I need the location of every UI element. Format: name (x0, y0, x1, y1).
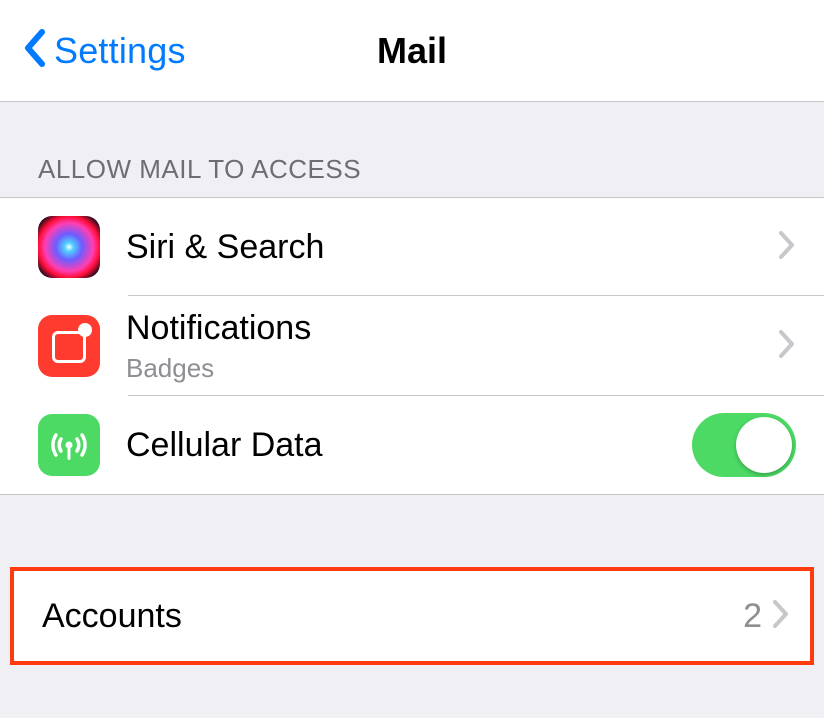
siri-icon (38, 216, 100, 278)
row-sublabel-notifications: Badges (126, 353, 778, 384)
row-label-cellular: Cellular Data (126, 425, 692, 466)
row-cellular-data: Cellular Data (0, 396, 824, 494)
row-label-accounts: Accounts (42, 596, 743, 637)
chevron-right-icon (772, 599, 790, 634)
cellular-data-toggle[interactable] (692, 413, 796, 477)
highlight-frame-accounts: Accounts 2 (10, 567, 814, 665)
back-button[interactable]: Settings (22, 28, 186, 73)
chevron-right-icon (778, 329, 796, 364)
row-notifications[interactable]: Notifications Badges (0, 296, 824, 396)
section-header-allow-access: ALLOW MAIL TO ACCESS (0, 102, 824, 197)
page-title: Mail (377, 30, 447, 72)
chevron-right-icon (778, 230, 796, 265)
row-value-accounts: 2 (743, 597, 762, 636)
group-gap (0, 495, 824, 567)
nav-bar: Settings Mail (0, 0, 824, 102)
list-group-accounts: Accounts 2 (14, 571, 810, 661)
back-label: Settings (54, 30, 186, 72)
row-accounts[interactable]: Accounts 2 (14, 571, 810, 661)
chevron-left-icon (22, 28, 48, 73)
list-group-allow-access: Siri & Search Notifications Badges (0, 197, 824, 495)
row-siri-search[interactable]: Siri & Search (0, 198, 824, 296)
row-label-siri: Siri & Search (126, 227, 778, 268)
toggle-knob (736, 417, 792, 473)
cellular-icon (38, 414, 100, 476)
notifications-icon (38, 315, 100, 377)
row-label-notifications: Notifications (126, 308, 778, 349)
